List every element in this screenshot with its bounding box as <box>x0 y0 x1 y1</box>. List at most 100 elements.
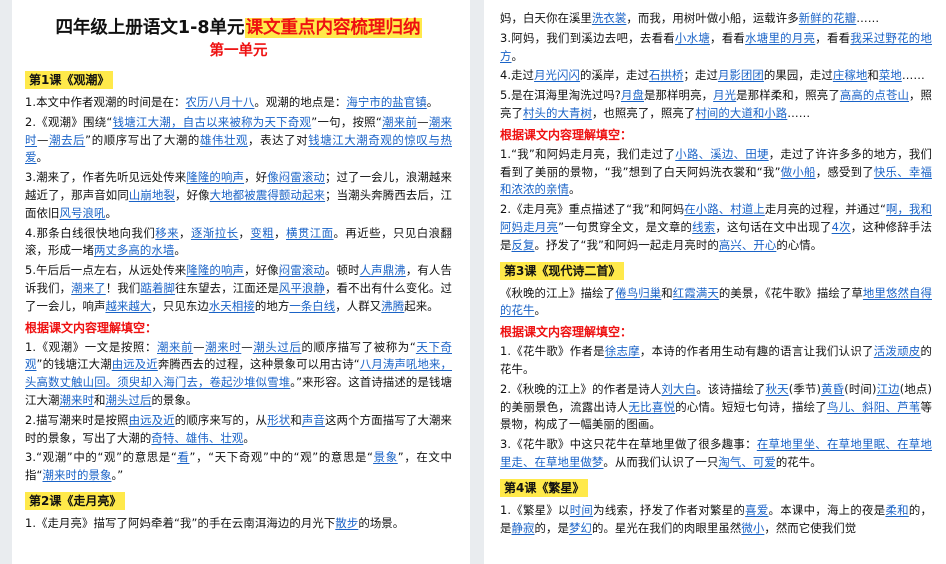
answer-text: 沸腾 <box>381 298 405 313</box>
answer-text: 月光 <box>713 88 737 103</box>
body-text: 1.《观潮》一文是按照： <box>25 339 157 354</box>
answer-text: 形状 <box>267 412 291 427</box>
paragraph: 1.“我”和阿妈走月亮，我们走过了小路、溪边、田埂，走过了许许多多的地方，我们看… <box>500 146 932 199</box>
body-text: ，好像 <box>175 187 210 202</box>
answer-text: 红霞满天 <box>672 285 719 300</box>
body-text: 。 <box>36 150 48 165</box>
body-text: 和 <box>93 392 106 407</box>
body-text: 3.“观潮”中的“观”的意思是“ <box>25 450 177 465</box>
answer-text: 在小路、村道上 <box>684 202 765 217</box>
unit-heading: 第一单元 <box>209 43 268 59</box>
lesson-heading-row: 第2课《走月亮》 <box>25 487 452 515</box>
body-text: 的顺序来写的，从 <box>174 412 268 427</box>
body-text: ，感受到了 <box>815 164 874 179</box>
body-text: 的地方 <box>254 298 290 313</box>
body-text: 1.《走月亮》描写了阿妈牵着“我”的手在云南洱海边的月光下 <box>25 515 336 530</box>
body-text: 。观潮的地点是： <box>254 95 347 109</box>
answer-text: 潮来时 <box>59 392 94 407</box>
paragraph: 1.《繁星》以时间为线索，抒发了作者对繁星的喜爱。本课中，海上的夜是柔和的，是静… <box>500 502 932 538</box>
body-text: ，也照亮了，照亮了 <box>591 105 696 120</box>
answer-text: 线索 <box>692 219 716 234</box>
answer-text: 黄昏 <box>821 381 845 396</box>
body-text: 1.《繁星》以 <box>500 502 570 517</box>
body-text: ，看看 <box>815 30 851 45</box>
answer-text: 高高的点苍山 <box>839 88 909 103</box>
answer-text: 月盘 <box>620 88 644 103</box>
answer-text: 洗衣裳 <box>591 11 627 25</box>
body-text: 2.《观潮》围绕“ <box>25 114 113 129</box>
answer-text: 散步 <box>335 515 359 530</box>
answer-text: 越来越大 <box>105 298 152 313</box>
lesson-heading: 第3课《现代诗二首》 <box>500 261 625 280</box>
body-text: 3.《花牛歌》中这只花牛在草地里做了很多趣事： <box>500 437 757 452</box>
left-page: 四年级上册语文1-8单元课文重点内容梳理归纳 第一单元 第1课《观潮》 1.本文中… <box>12 0 470 564</box>
body-text: 为线索，抒发了作者对繁星的 <box>593 502 746 517</box>
body-text: 奔腾西去的过程，这种景象可以用古诗“ <box>157 357 360 372</box>
left-content: 第1课《观潮》 1.本文中作者观潮的时间是在：农历八月十八。观潮的地点是：海宁市的… <box>25 66 452 533</box>
answer-text: 农历八月十八 <box>185 95 255 109</box>
body-text: ，然而它使我们觉 <box>764 520 857 535</box>
body-text: 3.潮来了，作者先听见远处传来 <box>25 170 187 185</box>
body-text: 。 <box>568 182 581 197</box>
answer-text: 两丈多高的水墙 <box>93 243 175 258</box>
body-text: 1.“我”和阿妈走月亮，我们走过了 <box>500 146 676 161</box>
section-heading: 根据课文内容理解填空： <box>25 320 158 335</box>
body-text: ，看看 <box>710 30 746 45</box>
body-text: — <box>37 132 49 147</box>
answer-text: 雄伟壮观 <box>199 132 249 147</box>
answer-text: 大地都被震得颤动起来 <box>209 187 326 202</box>
answer-text: 村间的大道和小路 <box>695 105 788 120</box>
answer-text: 由远及近 <box>128 412 175 427</box>
body-text: 。 <box>174 243 186 258</box>
answer-text: 风号浪吼 <box>59 205 106 220</box>
answer-text: 潮来时 <box>204 339 242 354</box>
answer-text: 景象 <box>373 450 398 465</box>
body-text: ，好像 <box>244 263 279 278</box>
body-text: 。 <box>534 303 546 318</box>
paragraph: 4.那条白线很快地向我们移来，逐渐拉长，变粗，横贯江面。再近些，只见白浪翻滚，形… <box>25 225 452 261</box>
body-text: 起来。 <box>404 298 439 313</box>
body-text: 2.《秋晚的江上》的作者是诗人 <box>500 381 662 396</box>
paragraph: 5.是在洱海里淘洗过吗?月盘是那样明亮，月光是那样柔和，照亮了高高的点苍山，照亮… <box>500 87 932 123</box>
body-text: 《秋晚的江上》描绘了 <box>500 285 616 300</box>
body-text: 。顿时 <box>324 263 360 278</box>
body-text: 是那样明亮， <box>644 88 714 103</box>
answer-text: 喜爱 <box>745 502 769 517</box>
paragraph: 3.“观潮”中的“观”的意思是“看”，“天下奇观”中的“观”的意思是“景象”，在… <box>25 449 452 485</box>
paragraph: 1.本文中作者观潮的时间是在：农历八月十八。观潮的地点是：海宁市的盐官镇。 <box>25 94 452 112</box>
body-text: 。 <box>243 430 255 445</box>
answer-text: 隆隆的响声 <box>186 170 245 185</box>
body-text: 走月亮的过程，并通过“ <box>764 202 886 217</box>
answer-text: 一条白线 <box>289 298 336 313</box>
answer-text: 无比喜悦 <box>628 399 676 414</box>
body-text: 4.走过 <box>500 68 535 83</box>
body-text: 和 <box>867 68 879 83</box>
answer-text: 4次 <box>831 219 851 234</box>
answer-text: 看 <box>176 450 190 465</box>
answer-text: 风平浪静 <box>278 280 326 295</box>
paragraph: 《秋晚的江上》描绘了倦鸟归巢和红霞满天的美景，《花牛歌》描绘了草地里悠然自得的花… <box>500 285 932 321</box>
answer-text: 潮来了 <box>71 280 106 295</box>
body-text: …… <box>787 105 811 120</box>
answer-text: 徐志摩 <box>604 344 640 359</box>
body-text: 1.《花牛歌》作者是 <box>500 344 605 359</box>
answer-text: 高兴、开心 <box>718 237 777 252</box>
body-text: ，人群又 <box>335 298 382 313</box>
right-page: 妈，白天你在溪里洗衣裳，而我，用树叶做小船，运载许多新鲜的花瓣…… 3.阿妈，我们… <box>484 0 946 564</box>
lesson-heading-row: 第3课《现代诗二首》 <box>500 257 932 285</box>
answer-text: 反复 <box>511 237 535 252</box>
body-text: 2.《走月亮》重点描述了“我”和阿妈 <box>500 202 685 217</box>
body-text: 的。星光在我们的肉眼里虽然 <box>591 520 742 535</box>
answer-text: 潮去后 <box>48 132 86 147</box>
body-text: ”一句，按照“ <box>311 114 382 129</box>
body-text: 。 <box>426 95 439 109</box>
answer-text: 时间 <box>569 502 594 517</box>
body-text: ！我们 <box>105 280 141 295</box>
body-text: 2.描写潮来时是按照 <box>25 412 129 427</box>
answer-text: 声音 <box>301 412 325 427</box>
body-text: ， <box>274 225 287 240</box>
answer-text: 小路、溪边、田埂 <box>675 146 769 161</box>
answer-text: 踮着脚 <box>140 280 176 295</box>
answer-text: 石拱桥 <box>648 68 684 83</box>
answer-text: 倦鸟归巢 <box>615 285 662 300</box>
